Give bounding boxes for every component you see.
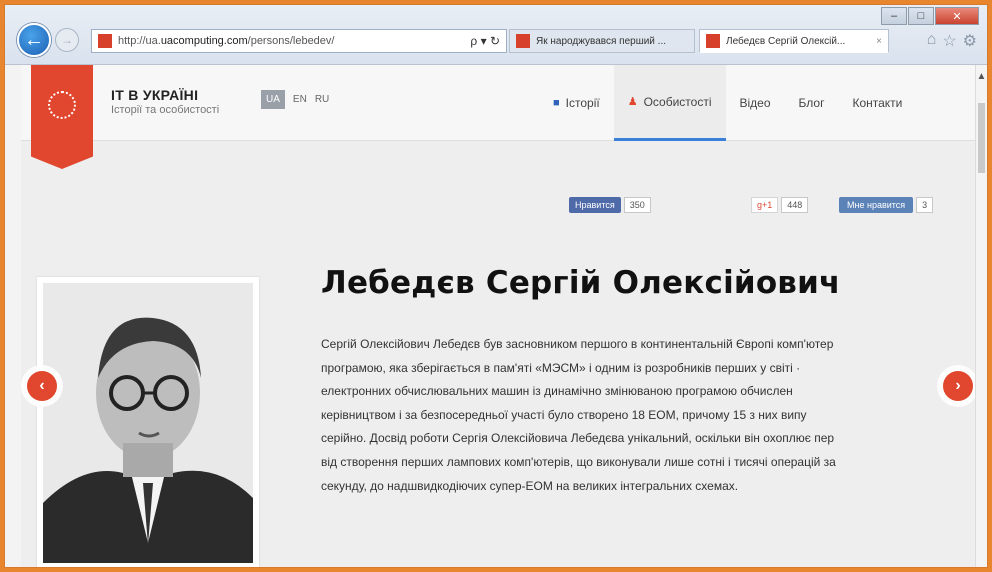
site-header: IT В УКРАЇНІ Історії та особистості UA E… [21, 65, 977, 141]
back-arrow-icon: ← [24, 28, 44, 51]
tab-close-icon[interactable]: × [876, 36, 882, 47]
vk-like-button[interactable]: Мне нравится [839, 197, 914, 213]
vk-like: Мне нравится 3 [839, 197, 934, 213]
tab-title: Лебедєв Сергій Олексій... [726, 35, 846, 47]
lang-ua[interactable]: UA [261, 90, 285, 109]
facebook-like-button[interactable]: Нравится [569, 197, 621, 213]
home-icon[interactable]: ⌂ [927, 31, 937, 51]
bio-line: Сергій Олексійович Лебедєв був засновник… [321, 337, 834, 351]
nav-label: Особистості [643, 94, 712, 109]
scroll-thumb[interactable] [978, 103, 985, 173]
forward-arrow-icon: → [61, 33, 73, 47]
address-bar[interactable]: http://ua.uacomputing.com/persons/lebede… [91, 29, 507, 53]
browser-tab-1[interactable]: Як народжувався перший ... [509, 29, 695, 53]
site-logo-icon [48, 91, 76, 119]
site-favicon-icon [98, 34, 112, 48]
browser-window: – □ ✕ ← → http://ua.uacomputing.com/pers… [4, 4, 988, 568]
next-person-button[interactable]: › [943, 371, 973, 401]
chevron-right-icon: › [955, 377, 961, 394]
minimize-button[interactable]: – [881, 7, 907, 25]
nav-item-blog[interactable]: Блог [785, 65, 839, 141]
browser-chrome: – □ ✕ ← → http://ua.uacomputing.com/pers… [5, 5, 987, 65]
nav-item-stories[interactable]: ■ Історії [539, 65, 614, 141]
lang-ru[interactable]: RU [315, 94, 329, 105]
nav-item-persons[interactable]: ♟ Особистості [613, 65, 726, 141]
window-buttons: – □ ✕ [881, 7, 979, 25]
nav-label: Контакти [852, 96, 903, 110]
favorites-star-icon[interactable]: ☆ [942, 31, 956, 51]
tab-favicon-icon [706, 34, 720, 48]
close-window-button[interactable]: ✕ [935, 7, 979, 25]
nav-label: Історії [565, 96, 600, 110]
portrait-illustration [43, 283, 253, 563]
person-portrait [37, 277, 259, 567]
person-bio: Сергій Олексійович Лебедєв був засновник… [321, 333, 981, 498]
bio-line: серійно. Досвід роботи Сергія Олексійови… [321, 431, 835, 446]
settings-gear-icon[interactable]: ⚙ [963, 31, 977, 51]
logo-ribbon[interactable] [31, 65, 93, 169]
web-page: IT В УКРАЇНІ Історії та особистості UA E… [21, 65, 977, 567]
person-name: Лебедєв Сергій Олексійович [321, 265, 841, 301]
facebook-like-count: 350 [623, 197, 651, 213]
person-icon: ♟ [627, 96, 638, 108]
browser-tools: ⌂ ☆ ⚙ [927, 31, 977, 51]
gplus-share: g+1 448 [751, 197, 809, 213]
bio-line: керівництвом і за безпосередньої участі … [321, 407, 807, 422]
gplus-count: 448 [781, 197, 809, 213]
nav-label: Блог [798, 96, 825, 110]
nav-label: Відео [739, 96, 771, 110]
page-scrollbar[interactable]: ▲ [975, 65, 987, 567]
language-switcher: UA EN RU [261, 90, 329, 109]
forward-button[interactable]: → [55, 28, 79, 52]
back-button[interactable]: ← [17, 23, 51, 57]
vk-like-count-icon: 3 [916, 197, 934, 213]
site-brand[interactable]: IT В УКРАЇНІ Історії та особистості [111, 87, 219, 116]
main-nav: ■ Історії ♟ Особистості Відео Блог Конта… [539, 65, 916, 141]
tab-favicon-icon [516, 34, 530, 48]
bio-line: від створення перших лампових комп'ютері… [321, 454, 836, 469]
nav-item-contacts[interactable]: Контакти [838, 65, 916, 141]
nav-item-video[interactable]: Відео [726, 65, 785, 141]
url-text: http://ua.uacomputing.com/persons/lebede… [118, 35, 335, 47]
maximize-button[interactable]: □ [908, 7, 934, 25]
lang-en[interactable]: EN [293, 94, 307, 105]
brand-subtitle: Історії та особистості [111, 104, 220, 116]
tab-title: Як народжувався перший ... [536, 35, 666, 47]
search-refresh-icon[interactable]: ρ ▾ ↻ [470, 34, 500, 48]
prev-person-button[interactable]: ‹ [27, 371, 57, 401]
gplus-button[interactable]: g+1 [751, 197, 779, 213]
bookmark-icon: ■ [553, 97, 560, 109]
brand-title: IT В УКРАЇНІ [111, 87, 199, 103]
facebook-like: Нравится 350 [569, 197, 651, 213]
bio-line: програмою, яка зберігається в пам'яті «М… [321, 360, 801, 375]
chevron-left-icon: ‹ [39, 377, 45, 394]
browser-tab-2[interactable]: Лебедєв Сергій Олексій... × [699, 29, 889, 53]
scroll-up-icon[interactable]: ▲ [976, 71, 987, 82]
bio-line: секунду, до надшвидкодіючих супер-ЕОМ на… [321, 478, 739, 493]
bio-line: електронних обчислювальних машин із дина… [321, 384, 793, 399]
